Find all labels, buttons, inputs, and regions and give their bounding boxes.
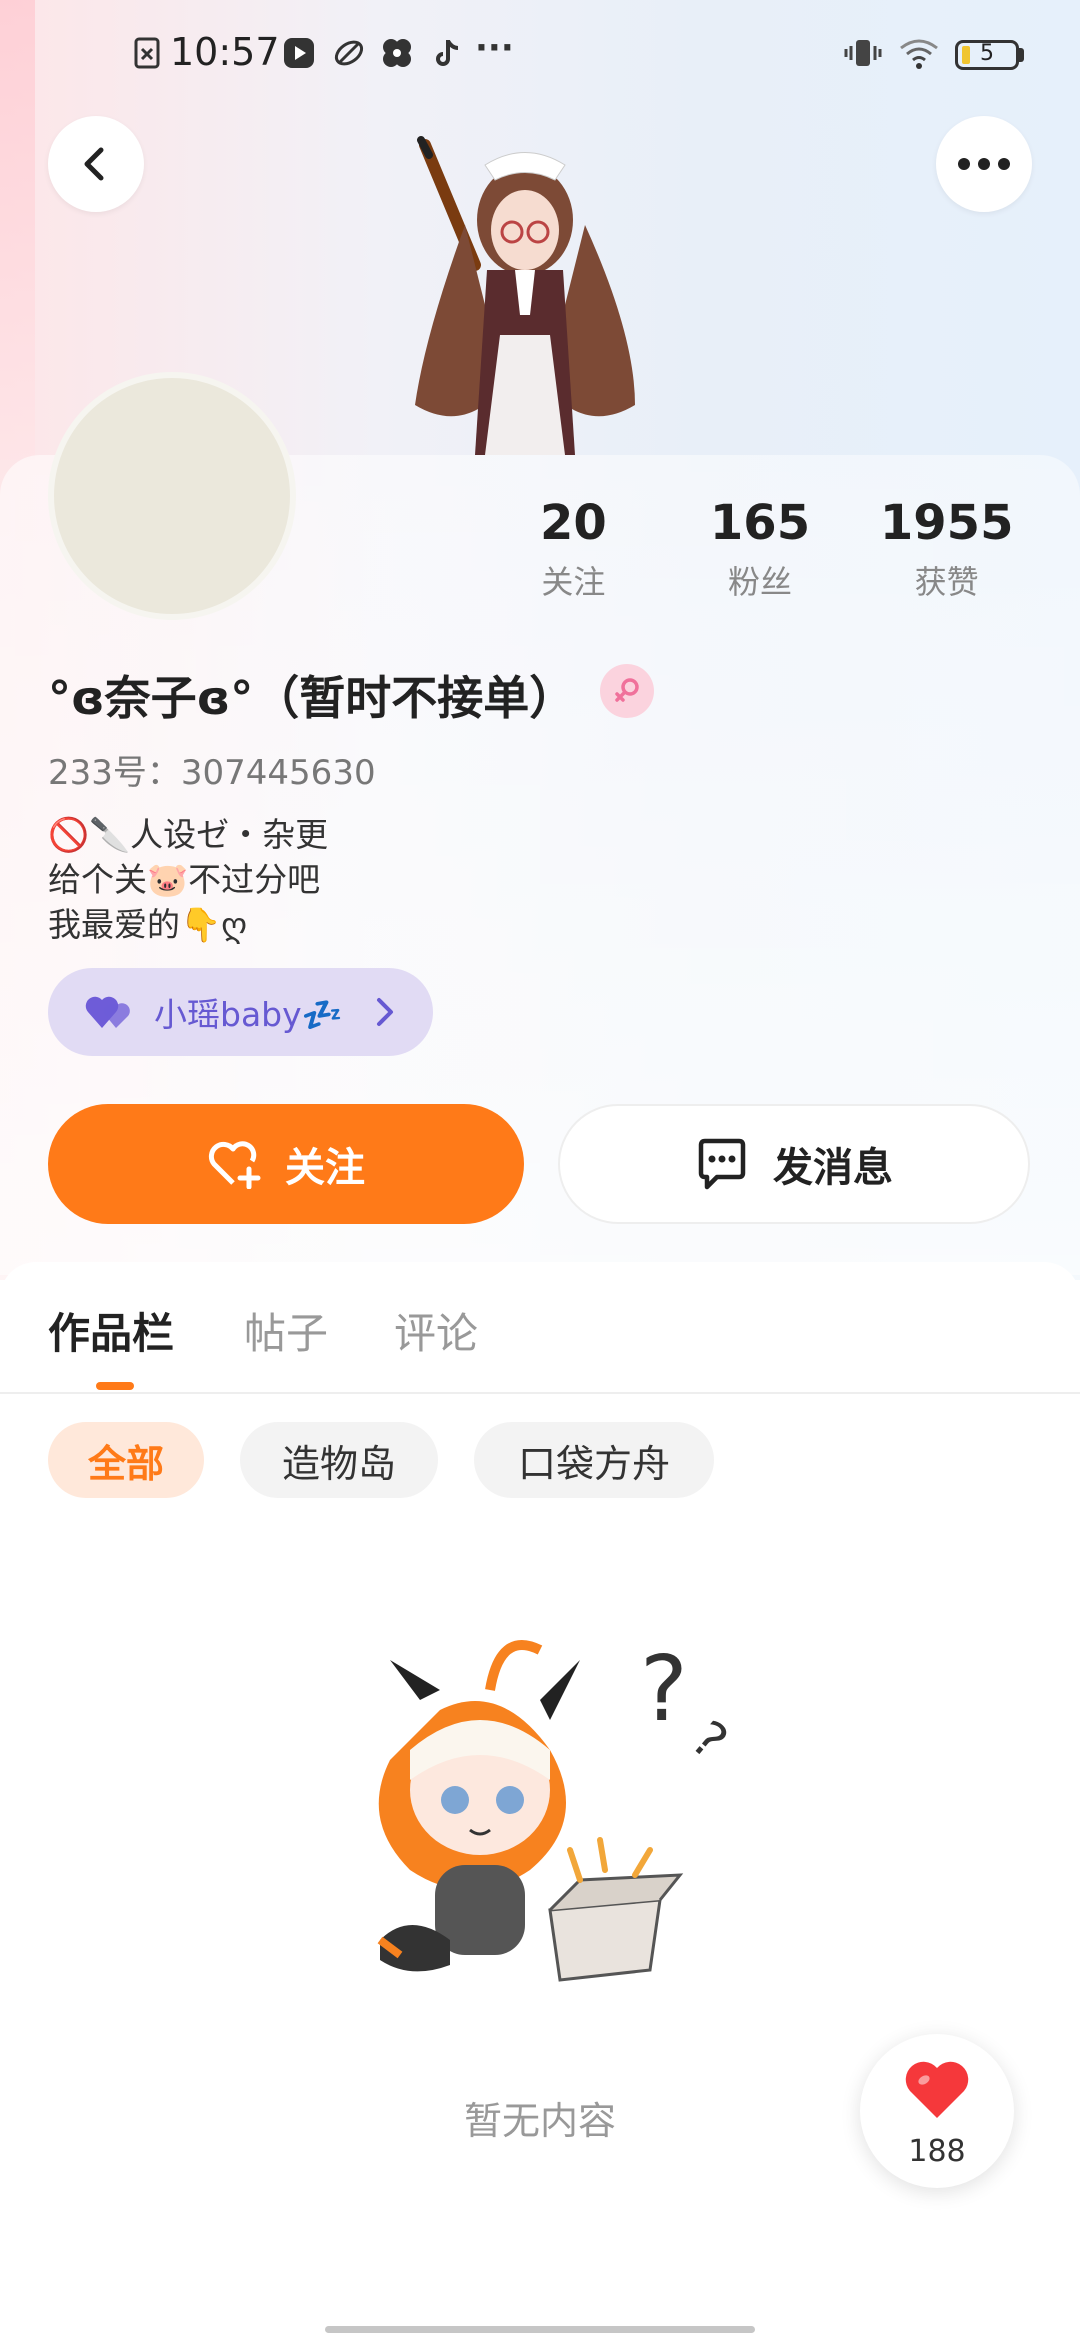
status-time: 10:57 bbox=[170, 30, 280, 74]
filter-pocket-ark[interactable]: 口袋方舟 bbox=[474, 1422, 714, 1498]
stat-followers[interactable]: 165 粉丝 bbox=[667, 495, 854, 615]
svg-text:?: ? bbox=[681, 1710, 739, 1771]
svg-text:?: ? bbox=[640, 1637, 688, 1742]
bio-line: 我最爱的👇ღ bbox=[48, 905, 248, 944]
more-dots-icon bbox=[958, 158, 1010, 170]
vibrate-icon bbox=[844, 40, 882, 66]
like-count: 188 bbox=[908, 2134, 966, 2169]
status-bar: 10:57 ··· 5 bbox=[0, 0, 1080, 120]
fan-group-label: 小瑶baby💤 bbox=[154, 995, 343, 1034]
message-label: 发消息 bbox=[773, 1145, 893, 1191]
back-button[interactable] bbox=[48, 116, 144, 212]
app-leaf-icon bbox=[334, 40, 364, 66]
female-symbol-icon bbox=[615, 678, 639, 702]
user-id[interactable]: 233号：307445630 bbox=[48, 745, 376, 794]
gender-badge bbox=[600, 664, 654, 718]
app-pinwheel-icon bbox=[383, 39, 411, 67]
filter-creation-island[interactable]: 造物岛 bbox=[240, 1422, 438, 1498]
floating-like-button[interactable]: 188 bbox=[860, 2034, 1014, 2188]
tab-posts[interactable]: 帖子 bbox=[244, 1300, 328, 1361]
user-nickname: °ɞ奈子ɞ°（暂时不接单） bbox=[48, 671, 576, 725]
document-close-icon bbox=[134, 37, 160, 69]
battery-indicator: 5 bbox=[955, 40, 1019, 70]
tab-divider bbox=[0, 1392, 1080, 1394]
chevron-right-icon bbox=[377, 998, 393, 1026]
more-options-button[interactable] bbox=[936, 116, 1032, 212]
bio-line: 给个关🐷不过分吧 bbox=[48, 860, 321, 899]
heart-pair-icon bbox=[85, 996, 130, 1028]
play-icon bbox=[284, 38, 314, 68]
follow-button[interactable]: 关注 bbox=[48, 1104, 524, 1224]
stat-likes[interactable]: 1955 获赞 bbox=[853, 495, 1040, 615]
wifi-icon bbox=[900, 39, 938, 69]
bio-line: 🚫🔪人设ゼ・杂更 bbox=[48, 815, 329, 854]
heart-plus-icon bbox=[208, 1141, 261, 1189]
stat-following[interactable]: 20 关注 bbox=[480, 495, 667, 615]
tiktok-icon bbox=[436, 39, 459, 66]
filter-all[interactable]: 全部 bbox=[48, 1422, 204, 1498]
empty-state-illustration: ? ? bbox=[377, 1637, 739, 1982]
avatar[interactable] bbox=[48, 372, 296, 620]
home-indicator[interactable] bbox=[325, 2326, 755, 2333]
tab-works[interactable]: 作品栏 bbox=[48, 1300, 174, 1361]
character-illustration bbox=[415, 136, 635, 455]
chat-bubble-icon bbox=[698, 1138, 746, 1190]
follow-label: 关注 bbox=[285, 1145, 365, 1191]
chevron-left-icon bbox=[84, 147, 104, 181]
fan-group-pill[interactable]: 小瑶baby💤 bbox=[48, 968, 433, 1056]
tab-indicator bbox=[96, 1382, 134, 1390]
tab-comments[interactable]: 评论 bbox=[394, 1300, 478, 1361]
profile-stats: 20 关注 165 粉丝 1955 获赞 bbox=[480, 495, 1040, 615]
message-button[interactable]: 发消息 bbox=[558, 1104, 1030, 1224]
status-more: ··· bbox=[475, 28, 514, 68]
heart-icon bbox=[905, 2061, 969, 2118]
